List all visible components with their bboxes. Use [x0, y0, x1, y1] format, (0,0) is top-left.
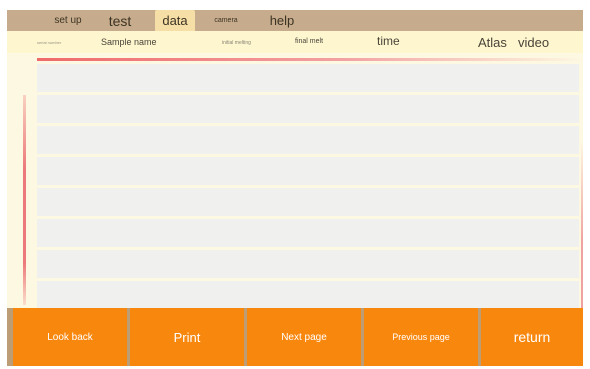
table-row[interactable] — [37, 188, 579, 216]
menu-data[interactable]: data — [155, 10, 195, 31]
print-button[interactable]: Print — [130, 308, 244, 366]
menu-help[interactable]: help — [265, 10, 299, 31]
look-back-button[interactable]: Look back — [13, 308, 127, 366]
menu-setup[interactable]: set up — [51, 10, 85, 31]
next-page-button[interactable]: Next page — [247, 308, 361, 366]
column-time: time — [377, 34, 400, 48]
table-row[interactable] — [37, 95, 579, 123]
table-row[interactable] — [37, 126, 579, 154]
column-serial-number: serial number — [37, 40, 62, 45]
column-video: video — [518, 35, 550, 50]
column-final-melt: final melt — [295, 38, 324, 45]
return-button[interactable]: return — [481, 308, 583, 366]
button-bar: Look back Print Next page Previous page … — [7, 308, 583, 366]
table-row[interactable] — [37, 64, 579, 92]
column-initial-melting: initial melting — [222, 40, 251, 46]
column-atlas: Atlas — [478, 35, 507, 50]
header-divider — [37, 58, 583, 61]
right-accent-line — [581, 140, 583, 310]
menu-test[interactable]: test — [105, 10, 135, 31]
table-row[interactable] — [37, 281, 579, 309]
app-screen: set up test data camera help serial numb… — [7, 10, 583, 366]
table-row[interactable] — [37, 157, 579, 185]
column-sample-name: Sample name — [101, 37, 157, 47]
menu-bar: set up test data camera help — [7, 10, 583, 31]
menu-camera[interactable]: camera — [209, 10, 243, 31]
table-row[interactable] — [37, 250, 579, 278]
table-header: serial number Sample name initial meltin… — [7, 31, 583, 53]
previous-page-button[interactable]: Previous page — [364, 308, 478, 366]
table-row[interactable] — [37, 219, 579, 247]
left-accent-line — [23, 95, 26, 305]
